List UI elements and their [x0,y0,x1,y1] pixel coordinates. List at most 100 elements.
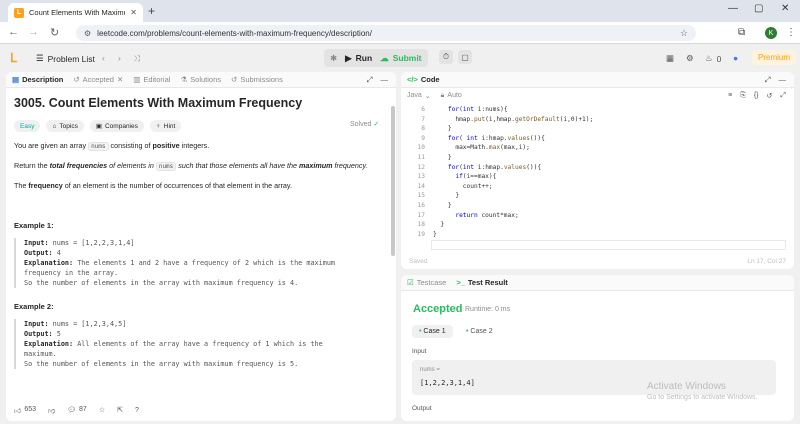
back-icon[interactable]: ← [8,26,19,38]
code-line: } [433,125,452,133]
lock-icon: ▣ [95,123,102,130]
extensions-icon[interactable]: ⧉ [738,27,745,38]
browser-menu-icon[interactable]: ⋮ [786,27,796,38]
tab-code-label: Code [420,75,440,84]
code-line: count++; [433,182,493,190]
user-avatar-icon[interactable]: ● [733,53,738,63]
bookmark-star-icon[interactable]: ☆ [680,28,688,39]
line-number: 15 [417,192,425,200]
problem-tags: Easy ⌂ Topics ▣ Companies ♀ Hint [14,120,388,132]
tab-editorial[interactable]: ▥ Editorial [133,75,170,84]
problem-list-button[interactable]: ☰ Problem List [36,53,95,64]
tab-testcase-label: Testcase [416,278,447,287]
browser-tabbar: L Count Elements With Maximum ✕ + — ▢ ✕ [0,0,800,22]
ex1-expl-label: Explanation: [24,259,74,267]
tab-test-result[interactable]: >_ Test Result [456,278,507,287]
p3-bold: frequency [28,181,63,190]
expand-icon[interactable]: ⤢ [367,75,373,85]
ex1-expl-line-3: So the number of elements in the array w… [24,279,299,287]
close-tab-accepted-icon[interactable]: ✕ [117,75,123,84]
ex2-output-label: Output: [24,330,53,338]
topics-tag[interactable]: ⌂ Topics [46,120,84,132]
profile-avatar[interactable]: K [765,27,777,39]
code-line: for(int i:hmap.values()){ [447,163,542,171]
hint-tag[interactable]: ♀ Hint [149,120,182,132]
expand-code-icon[interactable]: ⤢ [765,75,771,85]
format-icon[interactable]: ≡ [728,92,732,100]
next-problem-icon[interactable]: › [118,53,121,63]
tab-testcase[interactable]: ☑ Testcase [407,278,446,287]
language-select[interactable]: Java ⌄ [407,92,431,100]
shuffle-icon[interactable]: ⤨ [133,53,140,64]
code-panel-controls: ⤢ — [765,75,787,85]
code-line: for( int i:hmap.values()){ [447,134,545,142]
code-panel: </> Code ⤢ — Java ⌄ 🔒︎ Auto ≡ ⎘ {} ↺ ⤢ 6… [401,72,794,269]
fullscreen-icon[interactable]: ⤢ [780,92,786,100]
example-1-heading: Example 1: [14,221,54,230]
ex1-expl-line-2: frequency in the array. [24,269,119,277]
new-tab-icon[interactable]: + [148,4,155,18]
problem-list-label: Problem List [47,53,95,64]
braces-icon[interactable]: {} [754,92,759,100]
prev-problem-icon[interactable]: ‹ [102,53,105,63]
share-icon[interactable]: ⇱ [117,406,123,414]
site-info-icon[interactable]: ⚙ [84,29,91,38]
maximize-icon[interactable]: ▢ [754,3,763,14]
autocomplete-toggle[interactable]: 🔒︎ Auto [441,92,462,100]
ex2-input-label: Input: [24,320,49,328]
case-2-tab[interactable]: • Case 2 [459,325,500,338]
tab-accepted[interactable]: ↺ Accepted ✕ [73,75,123,84]
code-editor[interactable]: 6 for(int i:nums){7 hmap.put(i,hmap.getO… [401,104,794,254]
line-number: 6 [421,106,425,113]
test-tabs: ☑ Testcase >_ Test Result [401,275,794,291]
tab-test-result-label: Test Result [467,278,508,287]
description-panel: ▤ Description ↺ Accepted ✕ ▥ Editorial ⚗… [6,72,396,421]
favorite-star-icon[interactable]: ☆ [99,406,105,414]
output-label: Output [412,405,432,412]
layout-icon[interactable]: ▦ [666,53,674,64]
input-label: Input [412,348,427,355]
tab-solutions[interactable]: ⚗ Solutions [180,75,221,84]
leetcode-navbar: ᒪ ☰ Problem List ‹ › ⤨ ✱ ▶ Run ☁ Submit … [0,44,800,72]
leetcode-logo-icon[interactable]: ᒪ [10,52,22,64]
collapse-code-icon[interactable]: — [779,75,787,85]
tab-submissions[interactable]: ↺ Submissions [231,75,283,84]
comment-count: 87 [79,406,87,413]
dislike-icon[interactable]: 👎︎ [48,406,55,415]
submit-button[interactable]: ☁ Submit [380,53,421,64]
line-number: 12 [417,163,425,171]
minimize-icon[interactable]: — [728,3,738,14]
check-circle-icon: ✓ [373,121,380,128]
collapse-icon[interactable]: — [381,75,389,85]
case-1-label: Case 1 [423,328,446,335]
streak-count: 0 [716,53,722,64]
url-omnibox[interactable]: ⚙ leetcode.com/problems/count-elements-w… [76,25,696,41]
premium-button[interactable]: Premium [752,50,797,65]
line-number: 8 [421,125,425,133]
tab-code[interactable]: </> Code [407,75,440,84]
reload-icon[interactable]: ↻ [50,26,59,39]
input-var-name: nums = [420,367,440,373]
run-button[interactable]: ▶ Run [345,53,372,64]
debug-icon[interactable]: ✱ [330,53,337,64]
reset-icon[interactable]: ↺ [767,92,773,100]
companies-tag[interactable]: ▣ Companies [89,120,144,132]
comments-button[interactable]: 💬︎ 87 [67,406,87,414]
code-panel-header: </> Code ⤢ — [401,72,794,88]
timer-icon[interactable]: ⏱ [439,50,453,64]
close-tab-icon[interactable]: ✕ [130,8,137,17]
like-button[interactable]: 👍︎ 653 [14,406,36,415]
case-1-tab[interactable]: • Case 1 [412,325,453,338]
description-scrollbar[interactable] [391,106,395,256]
close-window-icon[interactable]: ✕ [781,3,789,14]
streak-counter[interactable]: ♨ 0 [705,53,721,64]
forward-icon[interactable]: → [28,26,39,38]
notes-icon[interactable]: ▢ [458,50,472,64]
help-icon[interactable]: ? [135,407,139,414]
browser-tab[interactable]: L Count Elements With Maximum ✕ [8,3,143,22]
tab-description[interactable]: ▤ Description [12,75,63,84]
settings-gear-icon[interactable]: ⚙ [686,53,694,64]
difficulty-badge: Easy [14,120,41,132]
run-label: Run [355,53,373,63]
bookmark-icon[interactable]: ⎘ [740,92,746,100]
